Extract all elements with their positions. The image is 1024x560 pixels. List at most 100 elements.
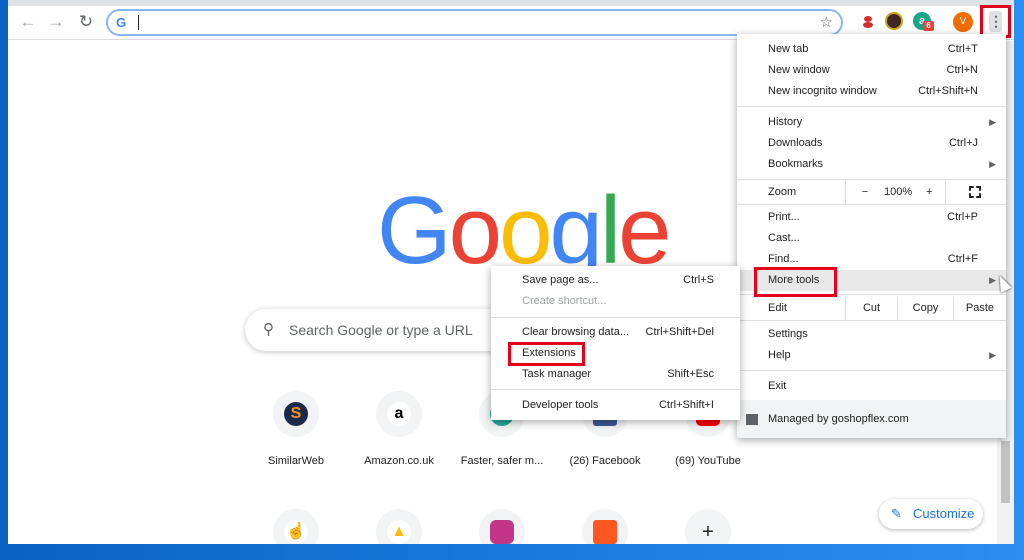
submenu-item-label: Create shortcut... (522, 295, 607, 307)
submenu-item-save-page[interactable]: Save page as... Ctrl+S (491, 270, 740, 291)
customize-button[interactable]: ✎ Customize (879, 499, 983, 529)
menu-item-cast[interactable]: Cast... (737, 228, 1006, 249)
tile-label: (69) YouTube (675, 455, 741, 467)
menu-separator (737, 106, 1006, 107)
bookmark-star-icon[interactable]: ☆ (820, 13, 833, 31)
submenu-item-shortcut: Shift+Esc (667, 368, 714, 380)
extensions-highlight-box (508, 342, 585, 366)
tile-label: Faster, safer m... (460, 455, 544, 467)
customize-label: Customize (913, 506, 975, 521)
menu-item-label: Help (768, 349, 791, 361)
search-placeholder: Search Google or type a URL (289, 322, 473, 338)
copy-button[interactable]: Copy (897, 297, 953, 320)
zoom-level: 100% (884, 186, 913, 198)
submenu-item-shortcut: Ctrl+Shift+I (658, 399, 714, 411)
submenu-arrow-icon: ▶ (989, 159, 996, 169)
zoom-out-button[interactable]: − (858, 181, 872, 204)
menu-item-zoom: Zoom − 100% + (737, 181, 1006, 204)
lips-extension-icon[interactable] (860, 12, 878, 30)
extension-badge: 6 (923, 21, 934, 31)
menu-separator (491, 389, 740, 390)
menu-item-print[interactable]: Print... Ctrl+P (737, 207, 1006, 228)
search-icon: ⚲ (263, 321, 274, 338)
menu-item-bookmarks[interactable]: Bookmarks ▶ (737, 154, 1006, 175)
menu-item-shortcut: Ctrl+Shift+N (918, 85, 978, 97)
menu-item-help[interactable]: Help ▶ (737, 345, 1006, 366)
submenu-item-label: Clear browsing data... (522, 326, 629, 338)
menu-item-label: Zoom (768, 186, 797, 198)
menu-item-label: History (768, 116, 803, 128)
tile-label: (26) Facebook (569, 455, 641, 467)
amazon-icon: a (387, 402, 411, 426)
similarweb-icon: S (284, 402, 308, 426)
cut-button[interactable]: Cut (845, 297, 897, 320)
three-dots-icon: ⋮ (989, 11, 1003, 32)
menu-item-shortcut: Ctrl+P (947, 211, 978, 223)
globe-extension-icon[interactable] (885, 12, 903, 30)
pencil-icon: ✎ (891, 506, 902, 521)
menu-item-new-incognito[interactable]: New incognito window Ctrl+Shift+N (737, 81, 1006, 102)
submenu-item-create-shortcut[interactable]: Create shortcut... (491, 291, 740, 312)
menu-item-downloads[interactable]: Downloads Ctrl+J (737, 133, 1006, 154)
menu-item-shortcut: Ctrl+J (948, 137, 978, 149)
menu-item-edit: Edit Cut Copy Paste (737, 297, 1006, 320)
menu-item-shortcut: Ctrl+N (946, 64, 978, 76)
menu-item-label: Exit (768, 380, 787, 392)
menu-item-label: New incognito window (768, 85, 877, 97)
submenu-item-shortcut: Ctrl+S (683, 274, 714, 286)
submenu-item-shortcut: Ctrl+Shift+Del (645, 326, 714, 338)
plus-icon: + (702, 521, 714, 543)
managed-label: Managed by goshopflex.com (768, 413, 909, 425)
menu-item-label: Edit (768, 302, 787, 314)
shortcut-tile-row2-3[interactable] (446, 509, 558, 544)
menu-item-shortcut: Ctrl+F (947, 253, 978, 265)
menu-item-new-window[interactable]: New window Ctrl+N (737, 60, 1006, 81)
menu-item-label: New window (768, 64, 830, 76)
shortcut-tile-row2-1[interactable]: ☝ (240, 509, 352, 544)
back-arrow-icon[interactable]: ← (18, 12, 38, 32)
add-shortcut-tile[interactable]: + (652, 509, 764, 544)
menu-item-label: Settings (768, 328, 808, 340)
shortcut-tile-row2-4[interactable] (549, 509, 661, 544)
more-tools-highlight-box (754, 267, 837, 297)
submenu-item-label: Task manager (522, 368, 592, 380)
building-icon (746, 414, 758, 425)
instagram-icon (490, 520, 514, 544)
menu-item-exit[interactable]: Exit (737, 376, 1006, 397)
menu-item-label: Cast... (768, 232, 800, 244)
submenu-item-dev-tools[interactable]: Developer tools Ctrl+Shift+I (491, 395, 740, 416)
submenu-item-task-manager[interactable]: Task manager Shift+Esc (491, 364, 740, 385)
submenu-item-label: Save page as... (522, 274, 599, 286)
menu-separator (491, 317, 740, 318)
shortcut-tile-row2-2[interactable]: ▲ (343, 509, 455, 544)
menu-item-history[interactable]: History ▶ (737, 112, 1006, 133)
paste-button[interactable]: Paste (953, 297, 1006, 320)
tab-strip-edge (8, 0, 1014, 6)
submenu-item-clear-data[interactable]: Clear browsing data... Ctrl+Shift+Del (491, 322, 740, 343)
menu-item-label: Downloads (768, 137, 823, 149)
forward-arrow-icon[interactable]: → (46, 12, 66, 32)
shortcut-tile-similarweb[interactable]: S SimilarWeb (240, 391, 352, 467)
google-g-icon: G (116, 15, 127, 30)
fullscreen-icon[interactable] (969, 186, 981, 198)
tile-label: Amazon.co.uk (364, 455, 434, 467)
managed-by-row[interactable]: Managed by goshopflex.com (737, 400, 1006, 438)
menu-item-label: Bookmarks (768, 158, 824, 170)
scrollbar-thumb[interactable] (1001, 441, 1010, 503)
site-icon (593, 520, 617, 544)
menu-separator (737, 370, 1006, 371)
menu-separator (737, 179, 1006, 180)
chrome-main-menu: New tab Ctrl+T New window Ctrl+N New incog… (737, 34, 1006, 438)
address-bar[interactable]: G ☆ (106, 9, 843, 36)
zoom-in-button[interactable]: + (926, 181, 932, 204)
menu-item-settings[interactable]: Settings (737, 324, 1006, 345)
menu-item-new-tab[interactable]: New tab Ctrl+T (737, 39, 1006, 60)
tile-label: SimilarWeb (267, 455, 325, 467)
shortcut-tile-amazon[interactable]: a Amazon.co.uk (343, 391, 455, 467)
profile-avatar[interactable]: V (953, 12, 973, 32)
text-cursor (138, 15, 139, 30)
grammarly-extension-icon[interactable]: a 6 (913, 12, 934, 31)
reload-icon[interactable]: ↻ (76, 12, 96, 32)
submenu-arrow-icon: ▶ (989, 350, 996, 360)
google-ads-icon: ▲ (387, 520, 411, 544)
